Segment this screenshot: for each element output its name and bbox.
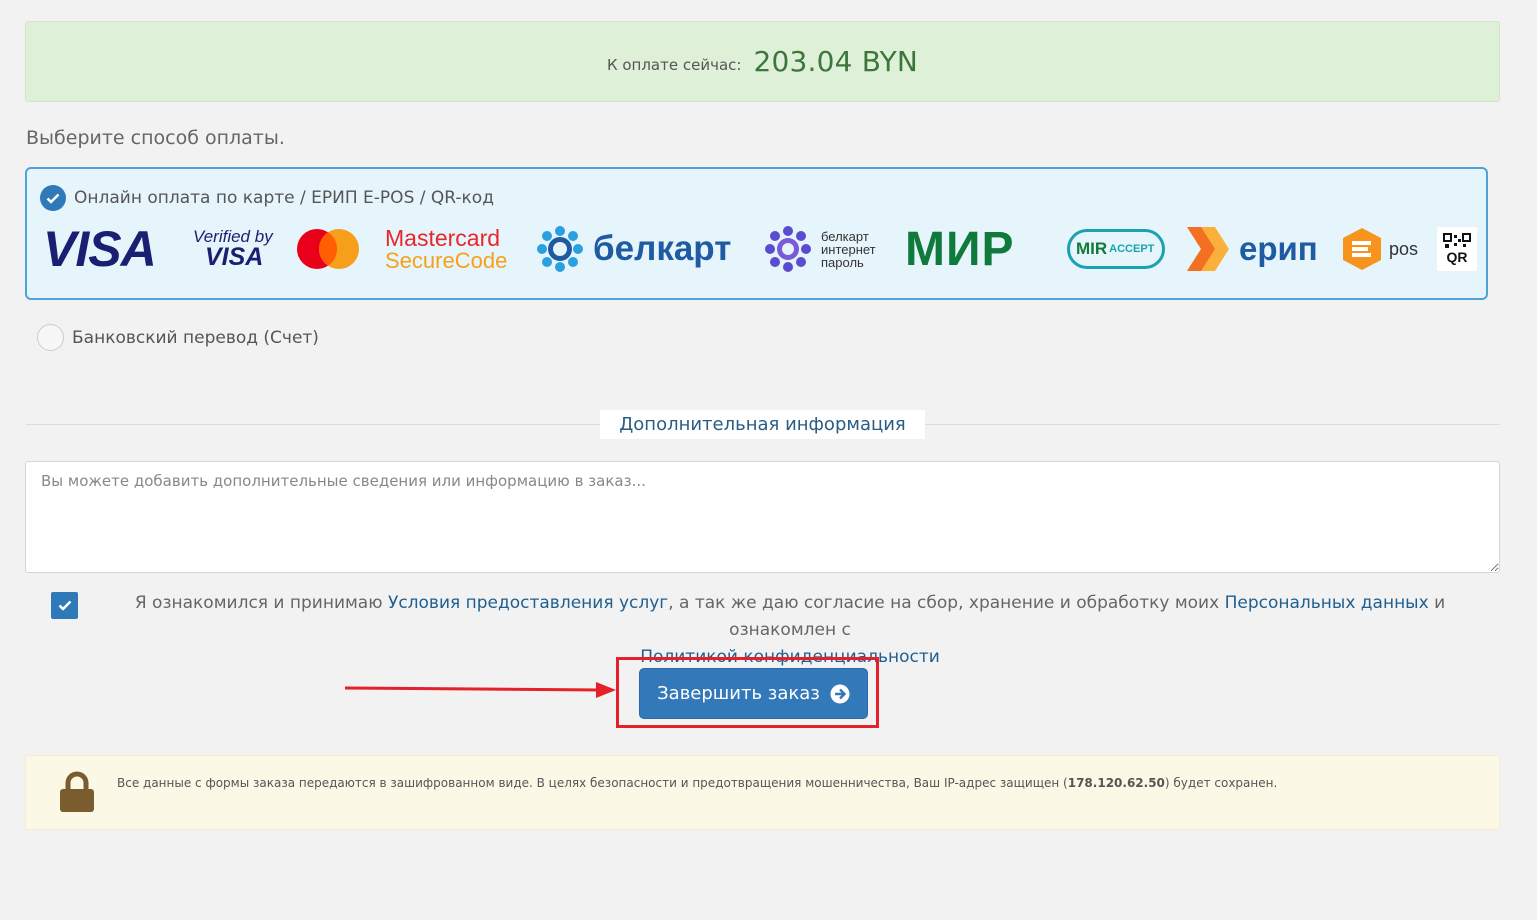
red-arrow-icon: [344, 682, 616, 698]
agreement-text-part1: Я ознакомился и принимаю: [134, 593, 383, 613]
amount-due-value: 203.04 BYN: [753, 45, 919, 78]
qr-text: QR: [1446, 249, 1468, 265]
security-text-after: ) будет сохранен.: [1164, 776, 1278, 790]
personal-data-link[interactable]: Персональных данных: [1225, 593, 1429, 613]
mc-securecode-top: Mastercard: [385, 224, 501, 251]
erip-logo: ерип: [1185, 221, 1318, 277]
mastercard-securecode-logo: Mastercard SecureCode: [385, 221, 507, 277]
agreement-text-part2: , а так же даю согласие на сбор, хранени…: [668, 593, 1220, 613]
belkart-text: белкарт: [593, 229, 732, 268]
security-notice-text: Все данные с формы заказа передаются в з…: [117, 776, 1277, 790]
payment-method-title: Выберите способ оплаты.: [26, 127, 285, 149]
selected-check-icon[interactable]: [40, 185, 66, 211]
arrow-right-circle-icon: [830, 684, 850, 703]
complete-order-label: Завершить заказ: [657, 683, 820, 704]
mir-accept-text: ACCEPT: [1109, 243, 1155, 255]
belkart-internet-password-logo: белкарт интернет пароль: [765, 221, 876, 277]
mc-securecode-bottom: SecureCode: [385, 247, 508, 273]
payment-method-card-option[interactable]: Онлайн оплата по карте / ЕРИП E-POS / QR…: [25, 167, 1488, 300]
agreement-checkbox[interactable]: [51, 592, 78, 619]
bank-transfer-radio[interactable]: [37, 324, 64, 351]
ip-address: 178.120.62.50: [1067, 776, 1165, 790]
mir-logo: МИР: [905, 222, 1015, 276]
epos-logo: pos: [1341, 221, 1418, 277]
security-notice: Все данные с формы заказа передаются в з…: [25, 755, 1500, 830]
payment-logos: VISA Verified by VISA Mastercard SecureC…: [43, 221, 1477, 277]
terms-link[interactable]: Условия предоставления услуг: [388, 593, 668, 613]
mastercard-logo: [295, 221, 361, 277]
belkart-logo: белкарт: [537, 221, 731, 277]
security-text-before: Все данные с формы заказа передаются в з…: [117, 776, 1068, 790]
verified-by-visa-logo: Verified by VISA: [193, 221, 273, 277]
bank-transfer-label: Банковский перевод (Счет): [72, 327, 319, 348]
belkart-internet-password-text: белкарт интернет пароль: [821, 228, 876, 270]
payment-method-bank-option[interactable]: Банковский перевод (Счет): [37, 324, 319, 351]
epos-text: pos: [1389, 238, 1419, 259]
extra-info-title: Дополнительная информация: [600, 410, 925, 439]
mir-accept-logo: MIR ACCEPT: [1067, 221, 1165, 277]
qr-logo: QR: [1437, 227, 1477, 271]
vbv-bottom: VISA: [205, 243, 264, 271]
lock-icon: [60, 771, 94, 812]
amount-due-banner: К оплате сейчас: 203.04 BYN: [25, 21, 1500, 102]
visa-logo: VISA: [43, 221, 157, 277]
erip-text: ерип: [1239, 230, 1318, 267]
amount-due-label: К оплате сейчас:: [606, 55, 742, 74]
payment-method-label: Онлайн оплата по карте / ЕРИП E-POS / QR…: [74, 188, 494, 208]
complete-order-button[interactable]: Завершить заказ: [639, 668, 868, 719]
mir-accept-prefix: MIR: [1076, 239, 1108, 258]
order-notes-textarea[interactable]: [25, 461, 1500, 573]
